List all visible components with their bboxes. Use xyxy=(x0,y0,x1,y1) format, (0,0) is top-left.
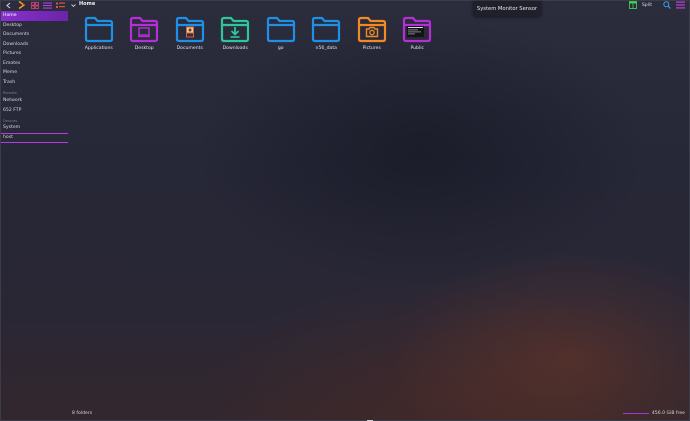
icon-view-icon[interactable] xyxy=(29,1,40,9)
folder-public-icon xyxy=(403,16,432,43)
split-button[interactable]: Split xyxy=(642,3,652,8)
free-space-bar xyxy=(622,413,649,414)
folder-downloads[interactable]: Downloads xyxy=(213,16,259,51)
folder-label: Downloads xyxy=(222,46,248,51)
sidebar-item-pictures[interactable]: Pictures xyxy=(1,49,68,59)
sidebar-item-host[interactable]: host xyxy=(1,134,68,143)
sidebar: Home Desktop Documents Downloads Picture… xyxy=(1,11,68,143)
folder-grid: Applications Desktop Documents Downloads… xyxy=(76,16,440,51)
tooltip: System Monitor Sensor xyxy=(473,1,541,16)
folder-icon xyxy=(84,16,113,43)
chevron-down-icon[interactable] xyxy=(68,1,79,9)
folder-documents[interactable]: Documents xyxy=(167,16,213,51)
sidebar-section-devices: Devices xyxy=(3,119,18,123)
toolbar xyxy=(3,1,79,9)
sidebar-section-remote: Remote xyxy=(3,91,17,95)
sidebar-item-emotes[interactable]: Emotes xyxy=(1,59,68,69)
free-space: 456.0 GiB free xyxy=(622,411,685,416)
folder-label: Pictures xyxy=(362,46,381,51)
file-manager-window: Home System Monitor Sensor Split Home De… xyxy=(0,0,690,421)
search-icon[interactable] xyxy=(661,1,672,9)
folder-desktop-icon xyxy=(130,16,159,43)
folder-downloads-icon xyxy=(221,16,250,43)
free-space-label: 456.0 GiB free xyxy=(651,411,685,416)
sidebar-item-home[interactable]: Home xyxy=(1,11,68,21)
folder-n56-data[interactable]: n56_data xyxy=(304,16,350,51)
breadcrumb[interactable]: Home xyxy=(79,1,95,8)
sort-icon[interactable] xyxy=(55,1,66,9)
folder-pictures[interactable]: Pictures xyxy=(349,16,395,51)
folder-public[interactable]: Public xyxy=(395,16,441,51)
folder-label: Desktop xyxy=(134,46,154,51)
sidebar-item-downloads[interactable]: Downloads xyxy=(1,40,68,50)
sidebar-item-trash[interactable]: Trash xyxy=(1,78,68,88)
list-view-icon[interactable] xyxy=(42,1,53,9)
folder-applications[interactable]: Applications xyxy=(76,16,122,51)
back-arrow-icon[interactable] xyxy=(3,1,14,9)
sidebar-item-documents[interactable]: Documents xyxy=(1,30,68,40)
folder-label: Documents xyxy=(176,46,203,51)
folder-pictures-icon xyxy=(357,16,386,43)
folder-documents-icon xyxy=(175,16,204,43)
forward-arrow-icon[interactable] xyxy=(16,1,27,9)
folder-desktop[interactable]: Desktop xyxy=(122,16,168,51)
folder-icon xyxy=(266,16,295,43)
folder-count: 8 folders xyxy=(72,411,93,416)
folder-go[interactable]: go xyxy=(258,16,304,51)
sidebar-item-desktop[interactable]: Desktop xyxy=(1,21,68,31)
split-icon[interactable] xyxy=(628,1,639,9)
folder-label: go xyxy=(277,46,284,51)
folder-label: Public xyxy=(410,46,425,51)
menu-icon[interactable] xyxy=(675,1,686,9)
toolbar-right: Split xyxy=(628,1,686,9)
sidebar-item-system[interactable]: System xyxy=(1,124,68,134)
sidebar-item-network[interactable]: Network xyxy=(1,96,68,106)
folder-label: n56_data xyxy=(315,46,337,51)
folder-icon xyxy=(312,16,341,43)
sidebar-item-ftp[interactable]: 652 FTP xyxy=(1,106,68,116)
sidebar-item-meme[interactable]: Meme xyxy=(1,68,68,78)
folder-label: Applications xyxy=(84,46,113,51)
